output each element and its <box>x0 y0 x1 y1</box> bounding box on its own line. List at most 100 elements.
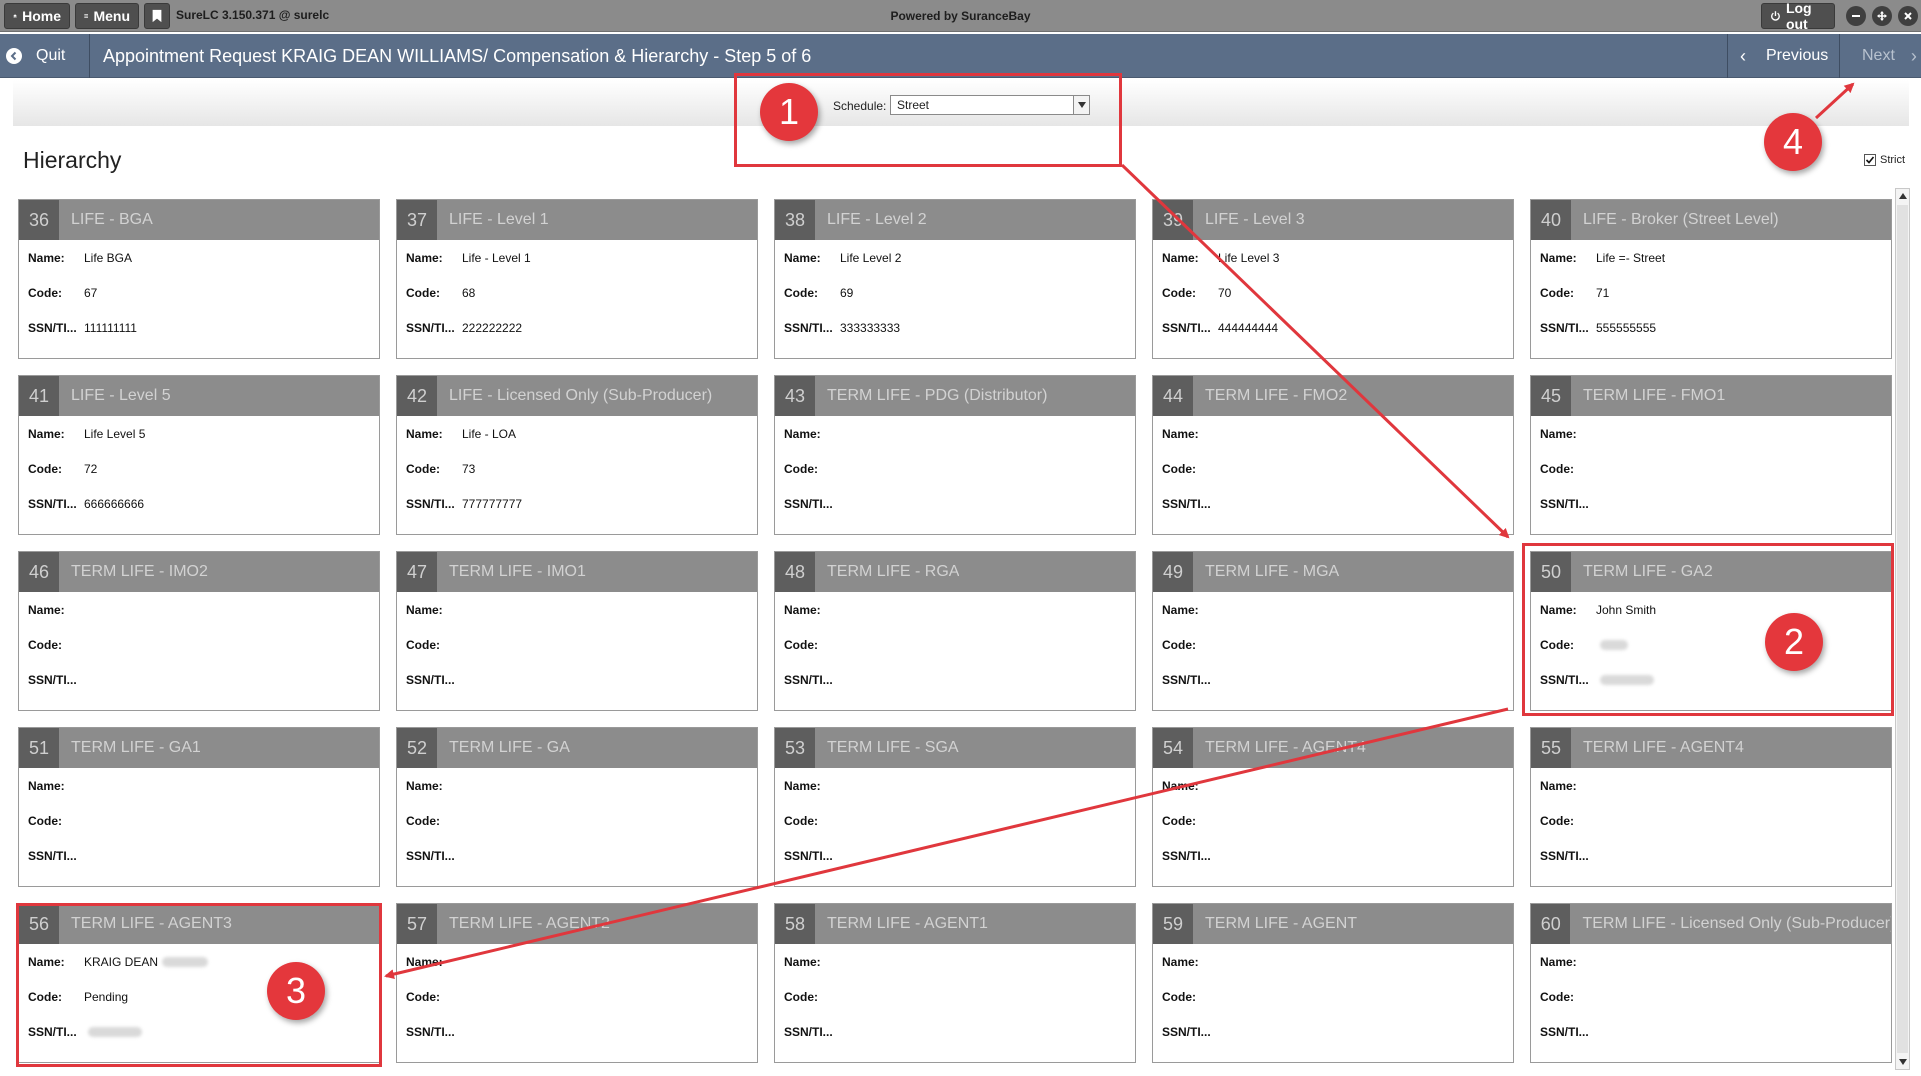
next-button[interactable]: Next › <box>1839 34 1921 78</box>
hierarchy-card[interactable]: 60 TERM LIFE - Licensed Only (Sub-Produce… <box>1530 903 1892 1063</box>
home-button[interactable]: Home <box>4 3 70 29</box>
hierarchy-card[interactable]: 56 TERM LIFE - AGENT3 Name: KRAIG DEAN Code:… <box>18 903 380 1063</box>
card-title: TERM LIFE - Licensed Only (Sub-Producer) <box>1582 915 1891 932</box>
card-code-row: Code: <box>397 803 757 838</box>
hierarchy-card[interactable]: 37 LIFE - Level 1 Name: Life - Level 1 Code:… <box>396 199 758 359</box>
card-ssn-row: SSN/TI... <box>1531 486 1891 521</box>
card-name-label: Name: <box>28 426 65 441</box>
card-title: TERM LIFE - SGA <box>827 739 959 756</box>
hierarchy-card[interactable]: 43 TERM LIFE - PDG (Distributor) Name: Code… <box>774 375 1136 535</box>
card-header: 44 TERM LIFE - FMO2 <box>1153 376 1513 416</box>
hierarchy-card[interactable]: 45 TERM LIFE - FMO1 Name: Code: SSN/TI... <box>1530 375 1892 535</box>
schedule-select[interactable]: Street <box>890 95 1090 115</box>
card-title: LIFE - Level 1 <box>449 211 549 228</box>
card-number: 46 <box>19 552 59 592</box>
hierarchy-card[interactable]: 50 TERM LIFE - GA2 Name: John Smith Code: SSN… <box>1530 551 1892 711</box>
hierarchy-card[interactable]: 55 TERM LIFE - AGENT4 Name: Code: SSN/TI... <box>1530 727 1892 887</box>
hierarchy-card[interactable]: 38 LIFE - Level 2 Name: Life Level 2 Code: 69… <box>774 199 1136 359</box>
hierarchy-card[interactable]: 40 LIFE - Broker (Street Level) Name: Life … <box>1530 199 1892 359</box>
card-code-label: Code: <box>1162 285 1196 300</box>
dropdown-arrow-icon[interactable] <box>1073 96 1089 114</box>
card-code-label: Code: <box>784 989 818 1004</box>
card-name-label: Name: <box>1162 954 1199 969</box>
card-ssn-row: SSN/TI... <box>775 1014 1135 1049</box>
hierarchy-card[interactable]: 39 LIFE - Level 3 Name: Life Level 3 Code: 70… <box>1152 199 1514 359</box>
card-number: 37 <box>397 200 437 240</box>
card-ssn-label: SSN/TI... <box>784 1024 833 1039</box>
previous-button[interactable]: ‹ Previous <box>1727 34 1838 78</box>
card-code-row: Code: <box>1153 803 1513 838</box>
card-name-row: Name: <box>1531 944 1891 979</box>
bookmark-button[interactable] <box>144 3 170 29</box>
scrollbar-thumb[interactable] <box>1897 205 1908 1053</box>
card-ssn-label: SSN/TI... <box>1162 320 1211 335</box>
card-code-value: 70 <box>1218 285 1232 300</box>
menu-button[interactable]: Menu <box>75 3 139 29</box>
card-name-row: Name: Life Level 3 <box>1153 240 1513 275</box>
hierarchy-card[interactable]: 57 TERM LIFE - AGENT2 Name: Code: SSN/TI... <box>396 903 758 1063</box>
close-window-button[interactable] <box>1898 6 1918 26</box>
card-code-row: Code: 69 <box>775 275 1135 310</box>
card-ssn-row: SSN/TI... <box>1153 486 1513 521</box>
logout-button[interactable]: Log out <box>1761 0 1835 32</box>
card-ssn-label: SSN/TI... <box>28 320 77 335</box>
card-name-label: Name: <box>1162 778 1199 793</box>
checkbox-checked-icon[interactable] <box>1864 154 1876 166</box>
card-number: 54 <box>1153 728 1193 768</box>
card-code-label: Code: <box>28 285 62 300</box>
menu-icon <box>84 14 89 18</box>
card-code-label: Code: <box>1540 989 1574 1004</box>
card-name-label: Name: <box>1162 602 1199 617</box>
hierarchy-card[interactable]: 46 TERM LIFE - IMO2 Name: Code: SSN/TI... <box>18 551 380 711</box>
hierarchy-card[interactable]: 52 TERM LIFE - GA Name: Code: SSN/TI... <box>396 727 758 887</box>
card-code-row: Code: 71 <box>1531 275 1891 310</box>
scroll-up-arrow-icon[interactable] <box>1896 189 1909 203</box>
hierarchy-card[interactable]: 36 LIFE - BGA Name: Life BGA Code: 67 SSN/TI..… <box>18 199 380 359</box>
maximize-icon <box>1877 11 1887 21</box>
hierarchy-card[interactable]: 51 TERM LIFE - GA1 Name: Code: SSN/TI... <box>18 727 380 887</box>
card-name-label: Name: <box>1540 954 1577 969</box>
card-code-row: Code: Pending <box>19 979 379 1014</box>
card-number: 52 <box>397 728 437 768</box>
hierarchy-card[interactable]: 59 TERM LIFE - AGENT Name: Code: SSN/TI... <box>1152 903 1514 1063</box>
hierarchy-card[interactable]: 41 LIFE - Level 5 Name: Life Level 5 Code: 72… <box>18 375 380 535</box>
chevron-left-icon: ‹ <box>1740 46 1746 66</box>
hierarchy-card[interactable]: 58 TERM LIFE - AGENT1 Name: Code: SSN/TI... <box>774 903 1136 1063</box>
card-ssn-value: 444444444 <box>1218 320 1279 335</box>
maximize-button[interactable] <box>1872 6 1892 26</box>
card-ssn-value: 111111111 <box>84 320 137 335</box>
strict-checkbox[interactable]: Strict <box>1864 154 1905 166</box>
back-circle-icon <box>6 48 22 64</box>
card-name-value: Life Level 5 <box>84 426 146 441</box>
card-ssn-label: SSN/TI... <box>28 848 77 863</box>
hierarchy-card[interactable]: 54 TERM LIFE - AGENT4 Name: Code: SSN/TI... <box>1152 727 1514 887</box>
card-header: 51 TERM LIFE - GA1 <box>19 728 379 768</box>
hierarchy-grid: 36 LIFE - BGA Name: Life BGA Code: 67 SSN/TI..… <box>18 199 1892 1063</box>
card-number: 55 <box>1531 728 1571 768</box>
hierarchy-card[interactable]: 42 LIFE - Licensed Only (Sub-Producer) Nam… <box>396 375 758 535</box>
card-ssn-label: SSN/TI... <box>1162 496 1211 511</box>
scroll-down-arrow-icon[interactable] <box>1896 1055 1909 1069</box>
card-title: TERM LIFE - MGA <box>1205 563 1340 580</box>
quit-button[interactable]: Quit <box>0 34 90 78</box>
card-title: TERM LIFE - GA1 <box>71 739 201 756</box>
hierarchy-card[interactable]: 47 TERM LIFE - IMO1 Name: Code: SSN/TI... <box>396 551 758 711</box>
card-title: TERM LIFE - AGENT1 <box>827 915 988 932</box>
hierarchy-card[interactable]: 44 TERM LIFE - FMO2 Name: Code: SSN/TI... <box>1152 375 1514 535</box>
vertical-scrollbar[interactable] <box>1895 188 1910 1070</box>
hierarchy-card[interactable]: 53 TERM LIFE - SGA Name: Code: SSN/TI... <box>774 727 1136 887</box>
card-number: 60 <box>1531 904 1571 944</box>
card-code-row: Code: 72 <box>19 451 379 486</box>
home-icon <box>13 14 17 18</box>
card-name-label: Name: <box>1540 602 1577 617</box>
minimize-button[interactable] <box>1846 6 1866 26</box>
card-ssn-value: 333333333 <box>840 320 901 335</box>
hierarchy-card[interactable]: 49 TERM LIFE - MGA Name: Code: SSN/TI... <box>1152 551 1514 711</box>
card-header: 46 TERM LIFE - IMO2 <box>19 552 379 592</box>
card-name-label: Name: <box>784 778 821 793</box>
card-code-label: Code: <box>28 989 62 1004</box>
next-label: Next <box>1862 47 1895 64</box>
hierarchy-card[interactable]: 48 TERM LIFE - RGA Name: Code: SSN/TI... <box>774 551 1136 711</box>
card-number: 49 <box>1153 552 1193 592</box>
quit-label: Quit <box>36 47 66 64</box>
